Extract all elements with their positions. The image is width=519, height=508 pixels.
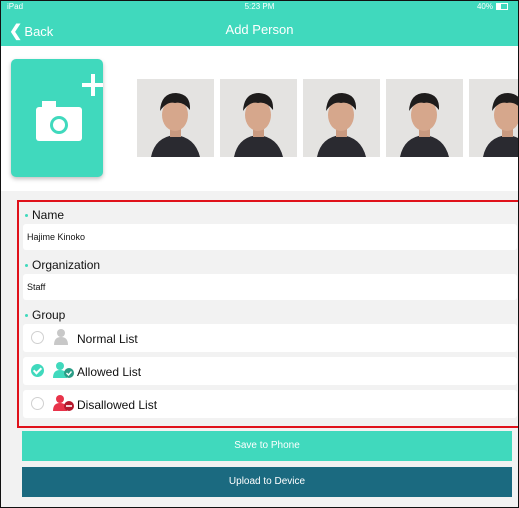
group-option-label: Normal List — [77, 332, 138, 346]
organization-field[interactable]: Staff — [23, 274, 517, 300]
required-dot — [25, 214, 28, 218]
person-form: Name Hajime Kinoko Organization Staff Gr… — [17, 200, 518, 428]
group-label-text: Group — [32, 308, 66, 322]
person-icon — [54, 329, 68, 345]
person-disallowed-icon — [53, 395, 74, 411]
page-title: Add Person — [225, 22, 294, 37]
group-option-label: Allowed List — [77, 365, 142, 379]
app-window: iPad 5:23 PM 40% ❮ Back Add Person Name H — [0, 0, 519, 508]
photo-strip — [1, 46, 518, 191]
group-option-normal-list[interactable]: Normal List — [23, 324, 517, 352]
radio-button-checked[interactable] — [31, 364, 44, 377]
group-option-allowed-list[interactable]: Allowed List — [23, 357, 517, 385]
name-label-text: Name — [32, 208, 65, 222]
battery-indicator: 40% — [477, 2, 508, 11]
required-dot — [25, 314, 28, 318]
save-to-phone-button[interactable]: Save to Phone — [22, 431, 512, 461]
radio-button[interactable] — [31, 397, 44, 410]
status-bar: iPad 5:23 PM 40% — [1, 1, 518, 13]
radio-button[interactable] — [31, 331, 44, 344]
group-option-disallowed-list[interactable]: Disallowed List — [23, 390, 517, 418]
battery-percent: 40% — [476, 2, 493, 11]
name-field[interactable]: Hajime Kinoko — [23, 224, 517, 250]
organization-label-text: Organization — [32, 258, 101, 272]
face-thumbnail[interactable] — [469, 79, 518, 157]
camera-plus-icon — [36, 74, 103, 141]
add-photo-button[interactable] — [11, 59, 103, 177]
navigation-bar: ❮ Back Add Person — [1, 13, 518, 46]
group-option-label: Disallowed List — [77, 398, 158, 412]
battery-icon — [496, 3, 508, 11]
group-label: Group — [25, 308, 65, 322]
person-allowed-icon — [53, 362, 74, 378]
name-label: Name — [25, 208, 64, 222]
face-thumbnail[interactable] — [137, 79, 214, 157]
clock: 5:23 PM — [244, 2, 275, 11]
face-thumbnail[interactable] — [386, 79, 463, 157]
required-dot — [25, 264, 28, 268]
upload-to-device-button[interactable]: Upload to Device — [22, 467, 512, 497]
organization-label: Organization — [25, 258, 100, 272]
face-thumbnail[interactable] — [303, 79, 380, 157]
face-thumbnail[interactable] — [220, 79, 297, 157]
